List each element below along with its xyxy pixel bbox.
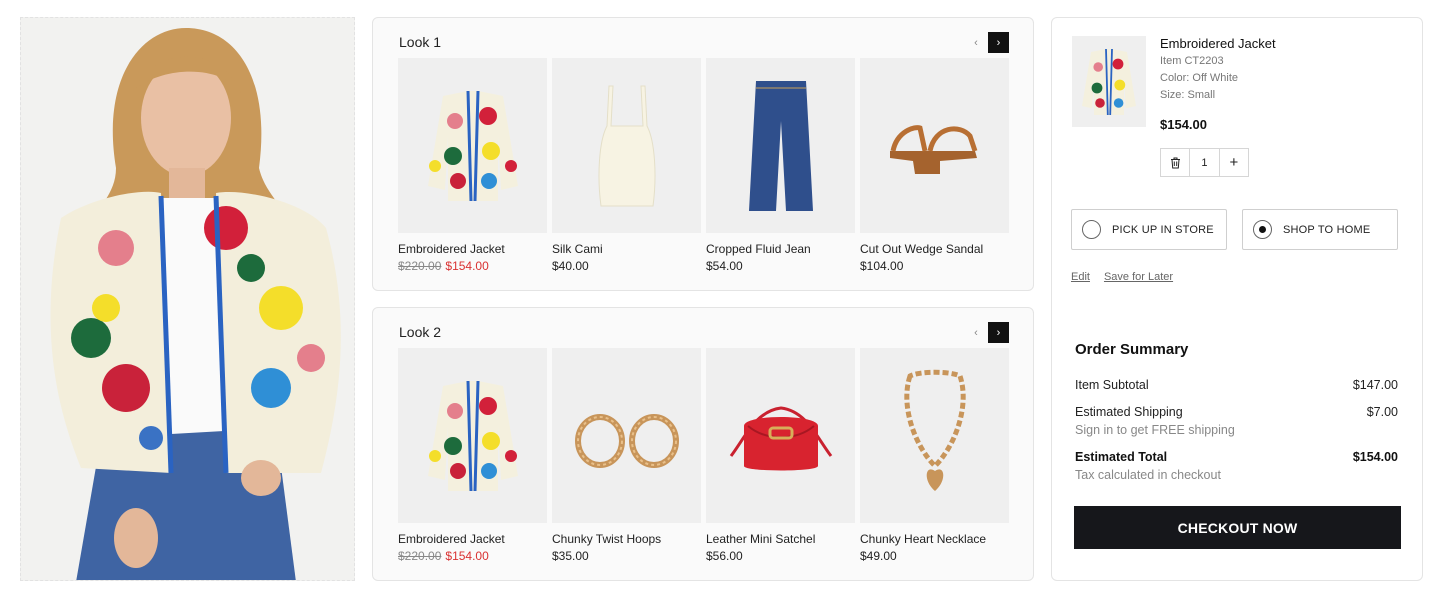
ship-home-label: SHOP TO HOME <box>1283 223 1371 236</box>
shipping-value: $7.00 <box>1366 405 1398 419</box>
chevron-left-icon[interactable]: ‹ <box>967 324 985 342</box>
shipping-label: Estimated Shipping <box>1075 405 1183 419</box>
increase-quantity-button[interactable]: + <box>1218 149 1248 176</box>
ship-to-home-option[interactable]: SHOP TO HOME <box>1242 209 1398 250</box>
trash-icon[interactable] <box>1161 149 1189 176</box>
hero-model-image <box>20 17 355 581</box>
product-name[interactable]: Cropped Fluid Jean <box>706 242 855 256</box>
product-name[interactable]: Silk Cami <box>552 242 701 256</box>
cart-item-price: $154.00 <box>1160 117 1207 132</box>
ship-home-radio[interactable] <box>1253 220 1272 239</box>
product-name[interactable]: Embroidered Jacket <box>398 532 547 546</box>
pickup-radio[interactable] <box>1082 220 1101 239</box>
look-carousel-nav: ‹ › <box>967 322 1009 343</box>
satchel-image[interactable] <box>706 348 855 523</box>
product-card[interactable]: Silk Cami $40.00 <box>552 58 701 273</box>
hoops-image[interactable] <box>552 348 701 523</box>
edit-link[interactable]: Edit <box>1071 271 1090 283</box>
look-title: Look 1 <box>399 34 442 50</box>
quantity-stepper: 1 + <box>1160 148 1249 177</box>
cami-image[interactable] <box>552 58 701 233</box>
shipping-note[interactable]: Sign in to get FREE shipping <box>1075 423 1235 437</box>
original-price: $220.00 <box>398 549 442 563</box>
product-card[interactable]: Leather Mini Satchel $56.00 <box>706 348 855 563</box>
cart-item-size: Size: Small <box>1160 89 1216 101</box>
product-price: $56.00 <box>706 549 743 563</box>
product-price: $220.00 $154.00 <box>398 549 547 563</box>
total-value: $154.00 <box>1352 450 1398 464</box>
sandal-image[interactable] <box>860 58 1009 233</box>
cart-item-actions: Edit Save for Later <box>1071 271 1173 283</box>
product-name[interactable]: Leather Mini Satchel <box>706 532 855 546</box>
look-items: Embroidered Jacket $220.00 $154.00 Chunky… <box>398 348 1009 563</box>
product-price: $54.00 <box>706 259 743 273</box>
product-price: $220.00 $154.00 <box>398 259 547 273</box>
save-for-later-link[interactable]: Save for Later <box>1104 271 1173 283</box>
total-label: Estimated Total <box>1075 450 1168 464</box>
quantity-value[interactable]: 1 <box>1189 149 1218 176</box>
sale-price: $154.00 <box>445 259 489 273</box>
chevron-left-icon[interactable]: ‹ <box>967 34 985 52</box>
subtotal-value: $147.00 <box>1352 378 1398 392</box>
look-2-panel: Look 2 ‹ › Embroidered Jacket $220.00 $15… <box>372 307 1034 581</box>
product-name[interactable]: Embroidered Jacket <box>398 242 547 256</box>
cart-item-number: Item CT2203 <box>1160 55 1224 67</box>
pickup-in-store-option[interactable]: PICK UP IN STORE <box>1071 209 1227 250</box>
sale-price: $154.00 <box>445 549 489 563</box>
product-card[interactable]: Embroidered Jacket $220.00 $154.00 <box>398 58 547 273</box>
look-items: Embroidered Jacket $220.00 $154.00 Silk C… <box>398 58 1009 273</box>
look-title: Look 2 <box>399 324 442 340</box>
jacket-image[interactable] <box>398 58 547 233</box>
cart-item-name[interactable]: Embroidered Jacket <box>1160 36 1276 51</box>
product-name[interactable]: Cut Out Wedge Sandal <box>860 242 1009 256</box>
product-card[interactable]: Embroidered Jacket $220.00 $154.00 <box>398 348 547 563</box>
jeans-image[interactable] <box>706 58 855 233</box>
product-card[interactable]: Cropped Fluid Jean $54.00 <box>706 58 855 273</box>
product-card[interactable]: Chunky Twist Hoops $35.00 <box>552 348 701 563</box>
jacket-image[interactable] <box>398 348 547 523</box>
product-name[interactable]: Chunky Twist Hoops <box>552 532 701 546</box>
cart-item-image[interactable] <box>1072 36 1146 127</box>
order-summary-title: Order Summary <box>1075 341 1189 358</box>
product-price: $40.00 <box>552 259 589 273</box>
chevron-right-icon[interactable]: › <box>988 32 1009 53</box>
product-price: $35.00 <box>552 549 589 563</box>
product-card[interactable]: Cut Out Wedge Sandal $104.00 <box>860 58 1009 273</box>
product-card[interactable]: Chunky Heart Necklace $49.00 <box>860 348 1009 563</box>
subtotal-row: Item Subtotal $147.00 <box>1075 378 1398 392</box>
product-price: $104.00 <box>860 259 904 273</box>
total-row: Estimated Total $154.00 <box>1075 450 1398 464</box>
look-carousel-nav: ‹ › <box>967 32 1009 53</box>
product-price: $49.00 <box>860 549 897 563</box>
product-name[interactable]: Chunky Heart Necklace <box>860 532 1009 546</box>
look-1-panel: Look 1 ‹ › Embroidered Jacket $220.00 $15… <box>372 17 1034 291</box>
original-price: $220.00 <box>398 259 442 273</box>
necklace-image[interactable] <box>860 348 1009 523</box>
shipping-row: Estimated Shipping $7.00 <box>1075 405 1398 419</box>
tax-note: Tax calculated in checkout <box>1075 468 1221 482</box>
subtotal-label: Item Subtotal <box>1075 378 1149 392</box>
cart-item-color: Color: Off White <box>1160 72 1239 84</box>
chevron-right-icon[interactable]: › <box>988 322 1009 343</box>
checkout-button[interactable]: CHECKOUT NOW <box>1074 506 1401 549</box>
pickup-label: PICK UP IN STORE <box>1112 223 1214 236</box>
cart-panel: Embroidered Jacket Item CT2203 Color: Of… <box>1051 17 1423 581</box>
